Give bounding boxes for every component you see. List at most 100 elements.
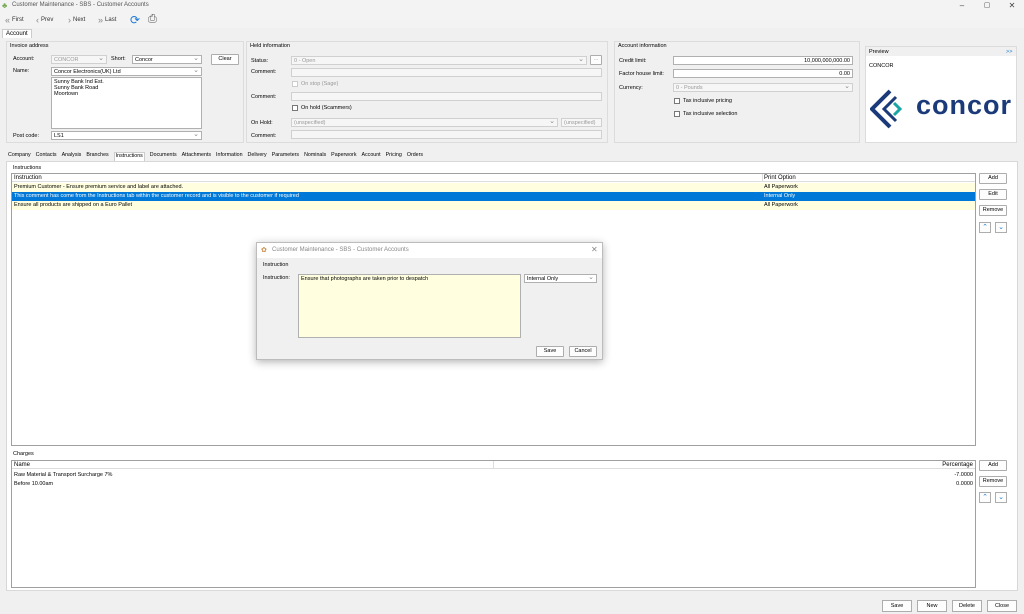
tab-attachments[interactable]: Attachments: [182, 152, 211, 161]
comment-label-3: Comment:: [251, 133, 277, 139]
postcode-field[interactable]: LS1: [51, 131, 202, 140]
charge-down-icon[interactable]: ⌄: [995, 492, 1007, 503]
tab-pricing[interactable]: Pricing: [386, 152, 402, 161]
maximize-button[interactable]: ▢: [975, 1, 999, 9]
table-row-selected[interactable]: This comment has come from the Instructi…: [12, 192, 975, 201]
close-window-button[interactable]: ✕: [1000, 1, 1024, 10]
tab-branches[interactable]: Branches: [86, 152, 108, 161]
table-row[interactable]: Raw Material & Transport Surcharge 7% -7…: [12, 471, 975, 480]
onhold-extra-field[interactable]: (unspecified): [561, 118, 602, 127]
instruction-down-icon[interactable]: ⌄: [995, 222, 1007, 233]
dialog-print-option-select[interactable]: Internal Only: [524, 274, 597, 283]
on-hold-checkbox[interactable]: On hold (Scammers): [292, 105, 352, 111]
charge-up-icon[interactable]: ⌃: [979, 492, 991, 503]
status-ellipsis-button[interactable]: ...: [590, 55, 602, 65]
tab-nominals[interactable]: Nominals: [304, 152, 326, 161]
name-field[interactable]: Concor Electronics(UK) Ltd: [51, 67, 202, 76]
tab-instructions[interactable]: Instructions: [113, 152, 145, 161]
col-print-option[interactable]: Print Option: [764, 175, 796, 181]
status-field[interactable]: 0 - Open: [291, 56, 587, 65]
minimize-button[interactable]: –: [950, 1, 974, 10]
held-section-title: Held information: [250, 43, 291, 49]
title-bar: ♣ Customer Maintenance - SBS - Customer …: [0, 0, 1024, 12]
refresh-icon[interactable]: ⟳: [130, 13, 140, 27]
table-row[interactable]: Before 10.00am 0.0000: [12, 480, 975, 489]
col-percentage[interactable]: Percentage: [942, 462, 973, 468]
tab-delivery[interactable]: Delivery: [248, 152, 267, 161]
dialog-instruction-textarea[interactable]: Ensure that photographs are taken prior …: [298, 274, 521, 338]
currency-select[interactable]: 0 - Pounds: [673, 83, 853, 92]
name-label: Name:: [13, 68, 30, 74]
instruction-up-icon[interactable]: ⌃: [979, 222, 991, 233]
instruction-remove-button[interactable]: Remove: [979, 205, 1007, 216]
dialog-title-bar: ✿ Customer Maintenance - SBS - Customer …: [257, 243, 602, 258]
dialog-instruction-label: Instruction:: [263, 275, 290, 281]
credit-limit-label: Credit limit:: [619, 58, 647, 64]
tab-parameters[interactable]: Parameters: [272, 152, 299, 161]
prev-icon: ‹: [36, 15, 39, 25]
instruction-dialog: ✿ Customer Maintenance - SBS - Customer …: [256, 242, 603, 360]
credit-limit-field[interactable]: 10,000,000,000.00: [673, 56, 853, 65]
tax-inclusive-pricing-checkbox[interactable]: Tax inclusive pricing: [674, 98, 732, 104]
dialog-cancel-button[interactable]: Cancel: [569, 346, 597, 357]
dialog-close-button[interactable]: ✕: [591, 245, 598, 254]
next-icon: ›: [68, 15, 71, 25]
concor-logo-icon: [870, 89, 903, 129]
first-icon: «: [5, 15, 11, 25]
factor-limit-field[interactable]: 0.00: [673, 69, 853, 78]
held-info-panel: Held information Status: 0 - Open ... Co…: [246, 41, 608, 143]
instruction-edit-button[interactable]: Edit: [979, 189, 1007, 200]
comment-field-1[interactable]: [291, 68, 602, 77]
invoice-section-title: Invoice address: [10, 43, 49, 49]
prev-button[interactable]: ‹ Prev: [36, 15, 53, 25]
clear-button[interactable]: Clear: [211, 54, 239, 65]
factor-limit-label: Factor house limit:: [619, 71, 664, 77]
charge-add-button[interactable]: Add: [979, 460, 1007, 471]
tab-information[interactable]: Information: [216, 152, 243, 161]
tab-company[interactable]: Company: [8, 152, 31, 161]
col-name[interactable]: Name: [14, 462, 30, 468]
tab-paperwork[interactable]: Paperwork: [331, 152, 356, 161]
tab-documents[interactable]: Documents: [150, 152, 177, 161]
account-info-panel: Account information Credit limit: 10,000…: [614, 41, 860, 143]
postcode-label: Post code:: [13, 133, 39, 139]
comment-label-2: Comment:: [251, 94, 277, 100]
onhold-label: On Hold:: [251, 120, 273, 126]
dialog-group-title: Instruction: [263, 262, 289, 268]
tab-account[interactable]: Account: [361, 152, 380, 161]
account-info-title: Account information: [618, 43, 667, 49]
col-instruction[interactable]: Instruction: [14, 175, 42, 181]
comment-field-3[interactable]: [291, 130, 602, 139]
table-row[interactable]: Premium Customer - Ensure premium servic…: [12, 183, 975, 192]
charges-grid: Name Percentage Raw Material & Transport…: [11, 460, 976, 588]
last-icon: »: [98, 15, 104, 25]
address-field[interactable]: Sunny Bank Ind Est. Sunny Bank Road Moor…: [51, 77, 202, 129]
tab-account-top[interactable]: Account: [2, 29, 32, 38]
on-stop-checkbox[interactable]: On stop (Sage): [292, 81, 338, 87]
table-row[interactable]: Ensure all products are shipped on a Eur…: [12, 201, 975, 210]
delete-button[interactable]: Delete: [952, 600, 982, 612]
record-nav-bar: «First ‹ Prev › Next » Last ⟳ ⎙: [0, 12, 1024, 28]
tab-orders[interactable]: Orders: [407, 152, 423, 161]
tab-analysis[interactable]: Analysis: [62, 152, 82, 161]
tax-inclusive-selection-checkbox[interactable]: Tax inclusive selection: [674, 111, 737, 117]
instruction-add-button[interactable]: Add: [979, 173, 1007, 184]
instructions-title: Instructions: [13, 165, 42, 171]
dialog-app-icon: ✿: [261, 247, 267, 254]
charge-remove-button[interactable]: Remove: [979, 476, 1007, 487]
short-field[interactable]: Concor: [132, 55, 202, 64]
preview-expand-button[interactable]: >>: [1006, 49, 1012, 55]
first-button[interactable]: «First: [5, 15, 24, 25]
onhold-select[interactable]: (unspecified): [291, 118, 558, 127]
comment-field-2[interactable]: [291, 92, 602, 101]
tab-contacts[interactable]: Contacts: [36, 152, 57, 161]
print-icon[interactable]: ⎙: [148, 13, 157, 26]
new-button[interactable]: New: [917, 600, 947, 612]
close-button[interactable]: Close: [987, 600, 1017, 612]
dialog-save-button[interactable]: Save: [536, 346, 564, 357]
save-button[interactable]: Save: [882, 600, 912, 612]
short-label: Short:: [111, 56, 126, 62]
next-button[interactable]: › Next: [68, 15, 85, 25]
account-field[interactable]: CONCOR: [51, 55, 107, 64]
last-button[interactable]: » Last: [98, 15, 116, 25]
